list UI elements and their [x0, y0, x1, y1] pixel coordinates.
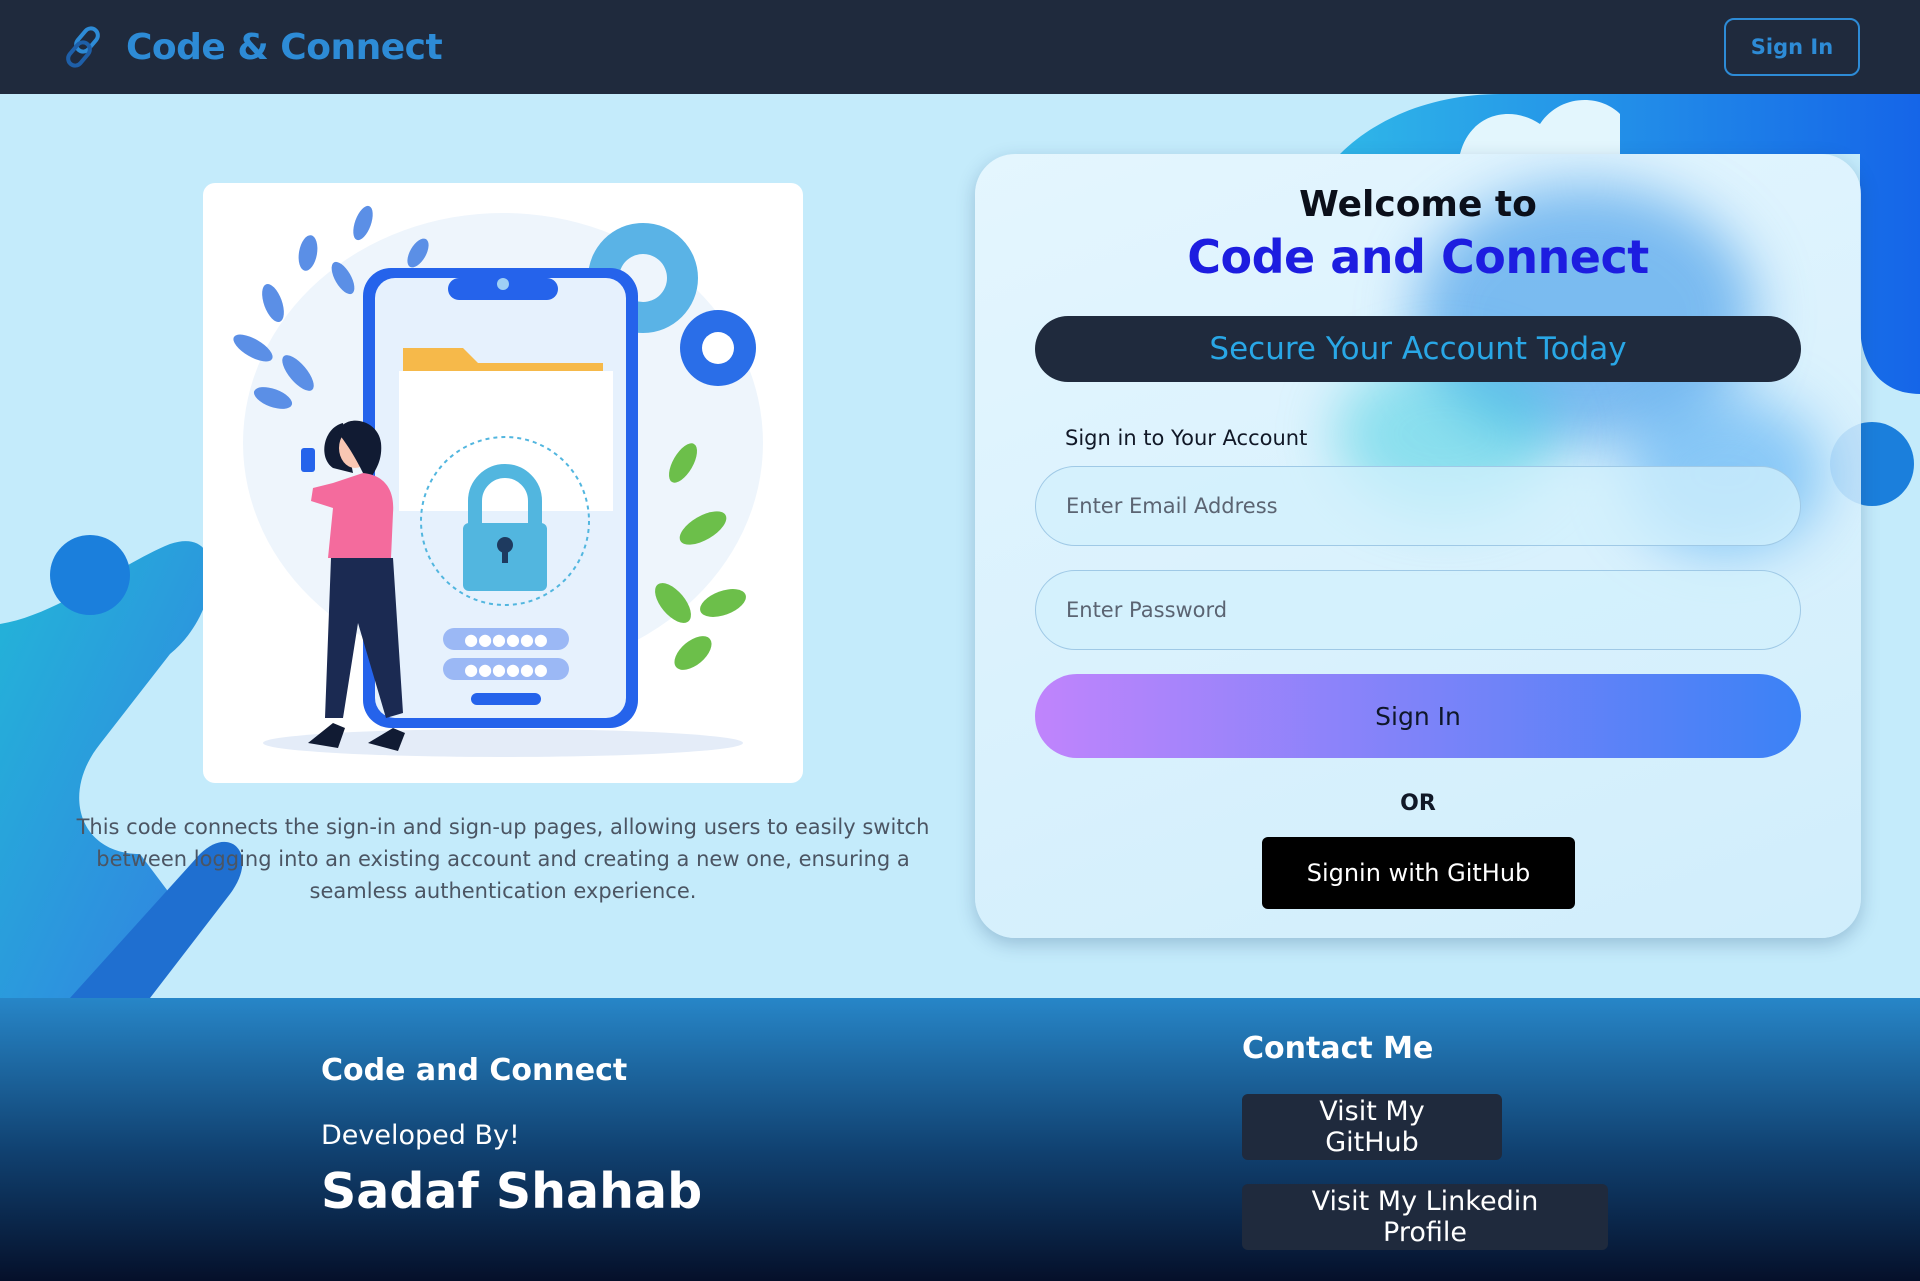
- app-name-heading: Code and Connect: [1187, 230, 1649, 284]
- signin-card: Welcome to Code and Connect Secure Your …: [975, 154, 1861, 938]
- developer-name: Sadaf Shahab: [321, 1163, 703, 1220]
- brand[interactable]: Code & Connect: [60, 22, 443, 72]
- svg-text:●●●●●●: ●●●●●●: [464, 660, 548, 679]
- nav-signin-button[interactable]: Sign In: [1724, 18, 1860, 76]
- visit-linkedin-button[interactable]: Visit My Linkedin Profile: [1242, 1184, 1608, 1250]
- main-section: ●●●●●● ●●●●●● This code connects the sig…: [0, 94, 1920, 998]
- security-illustration: ●●●●●● ●●●●●●: [203, 183, 803, 783]
- developed-by-label: Developed By!: [321, 1120, 520, 1151]
- secure-account-banner: Secure Your Account Today: [1035, 316, 1801, 382]
- github-signin-button[interactable]: Signin with GitHub: [1262, 837, 1575, 909]
- welcome-heading: Welcome to: [1299, 184, 1537, 225]
- signin-form-label: Sign in to Your Account: [1065, 426, 1308, 450]
- svg-text:●●●●●●: ●●●●●●: [464, 630, 548, 649]
- or-divider: OR: [1400, 791, 1436, 816]
- signin-button[interactable]: Sign In: [1035, 674, 1801, 758]
- footer-title: Code and Connect: [321, 1053, 628, 1088]
- visit-github-button[interactable]: Visit My GitHub: [1242, 1094, 1502, 1160]
- email-input[interactable]: [1035, 466, 1801, 546]
- contact-heading: Contact Me: [1242, 1031, 1434, 1066]
- description-text: This code connects the sign-in and sign-…: [76, 815, 930, 903]
- link-chain-icon: [66, 26, 100, 68]
- brand-title: Code & Connect: [126, 26, 443, 68]
- navbar: Code & Connect Sign In: [0, 0, 1920, 94]
- footer: Code and Connect Developed By! Sadaf Sha…: [0, 998, 1920, 1281]
- phone-lock-illustration: ●●●●●● ●●●●●●: [233, 205, 763, 757]
- password-input[interactable]: [1035, 570, 1801, 650]
